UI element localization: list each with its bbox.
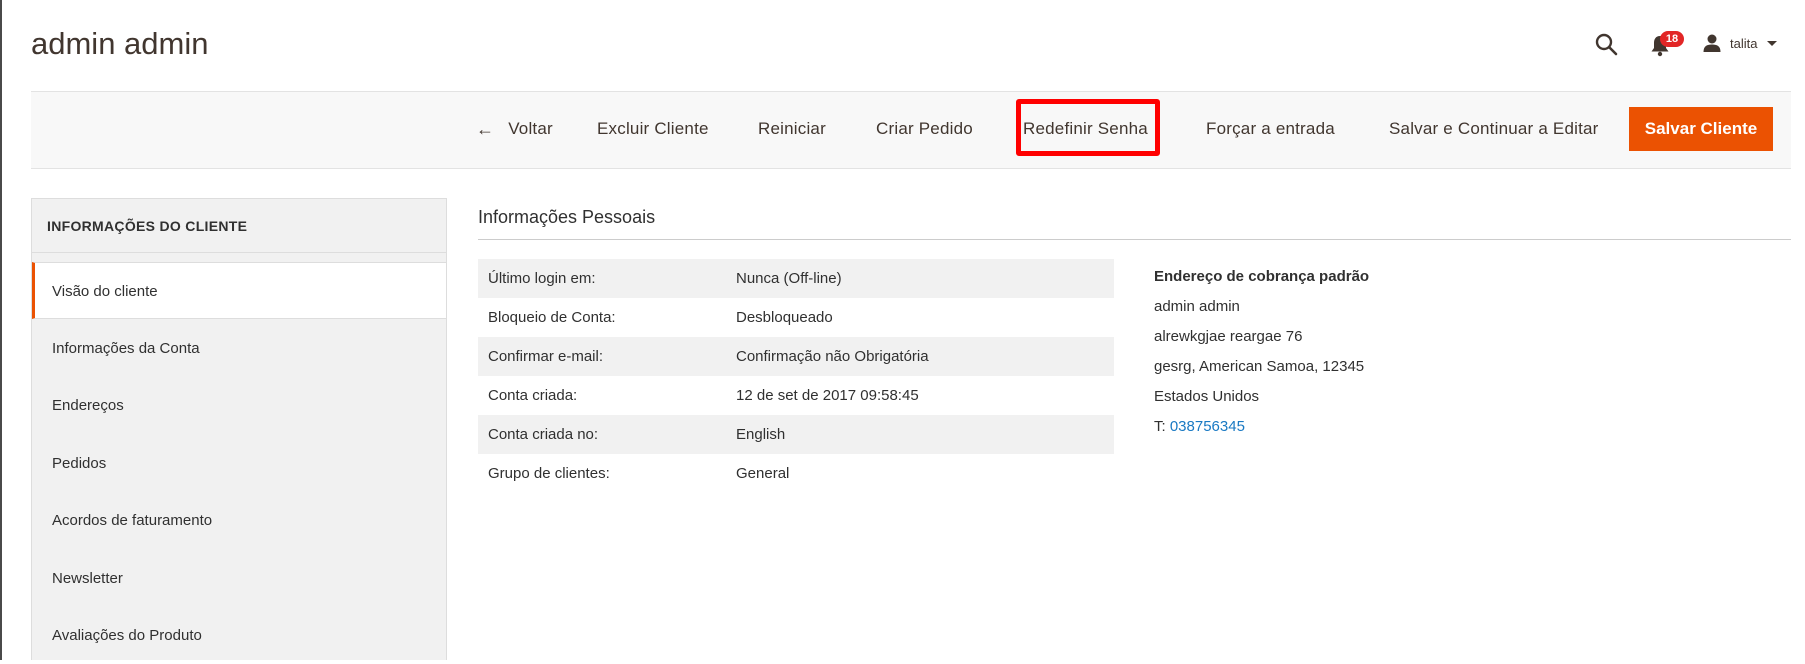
row-value: 12 de set de 2017 09:58:45 bbox=[736, 387, 919, 404]
back-button[interactable]: ← Voltar bbox=[476, 91, 553, 167]
row-value: Desbloqueado bbox=[736, 309, 833, 326]
back-button-label: Voltar bbox=[508, 119, 553, 138]
default-billing-address: Endereço de cobrança padrão admin admin … bbox=[1154, 266, 1369, 446]
address-street: alrewkgjae reargae 76 bbox=[1154, 328, 1303, 345]
table-row: Confirmar e-mail: Confirmação não Obriga… bbox=[478, 337, 1114, 376]
customer-info-sidebar: INFORMAÇÕES DO CLIENTE Visão do cliente … bbox=[31, 198, 447, 660]
sidebar-item-product-reviews[interactable]: Avaliações do Produto bbox=[32, 607, 446, 664]
table-row: Conta criada no: English bbox=[478, 415, 1114, 454]
address-heading: Endereço de cobrança padrão bbox=[1154, 268, 1370, 285]
sidebar-title: INFORMAÇÕES DO CLIENTE bbox=[32, 199, 446, 253]
row-label: Último login em: bbox=[488, 270, 596, 287]
row-label: Bloqueio de Conta: bbox=[488, 309, 616, 326]
sidebar-item-orders[interactable]: Pedidos bbox=[32, 435, 446, 492]
arrow-left-icon: ← bbox=[476, 118, 495, 139]
phone-prefix: T: bbox=[1154, 418, 1166, 435]
sidebar-item-billing-agreements[interactable]: Acordos de faturamento bbox=[32, 492, 446, 549]
create-order-button[interactable]: Criar Pedido bbox=[876, 91, 973, 167]
section-divider bbox=[478, 239, 1791, 240]
reset-button[interactable]: Reiniciar bbox=[758, 91, 826, 167]
reset-password-button[interactable]: Redefinir Senha bbox=[1023, 91, 1148, 167]
row-value: Nunca (Off-line) bbox=[736, 270, 842, 287]
sidebar-item-newsletter[interactable]: Newsletter bbox=[32, 550, 446, 607]
table-row: Grupo de clientes: General bbox=[478, 454, 1114, 493]
sidebar-item-addresses[interactable]: Endereços bbox=[32, 377, 446, 434]
sidebar-item-account-info[interactable]: Informações da Conta bbox=[32, 320, 446, 377]
address-phone: T: 038756345 bbox=[1154, 416, 1369, 446]
user-account-menu[interactable]: talita bbox=[1702, 31, 1778, 55]
address-city-line: gesrg, American Samoa, 12345 bbox=[1154, 358, 1365, 375]
row-value: General bbox=[736, 465, 790, 482]
address-country: Estados Unidos bbox=[1154, 388, 1260, 405]
table-row: Conta criada: 12 de set de 2017 09:58:45 bbox=[478, 376, 1114, 415]
search-icon[interactable] bbox=[1594, 32, 1618, 56]
row-value: Confirmação não Obrigatória bbox=[736, 348, 929, 365]
save-and-continue-button[interactable]: Salvar e Continuar a Editar bbox=[1389, 91, 1599, 167]
user-name: talita bbox=[1730, 35, 1758, 51]
phone-link[interactable]: 038756345 bbox=[1170, 418, 1245, 435]
page-title: admin admin bbox=[31, 26, 209, 61]
table-row: Bloqueio de Conta: Desbloqueado bbox=[478, 298, 1114, 337]
row-label: Grupo de clientes: bbox=[488, 465, 610, 482]
window-left-edge bbox=[0, 0, 2, 660]
personal-info-table: Último login em: Nunca (Off-line) Bloque… bbox=[478, 259, 1114, 493]
sidebar-item-customer-view[interactable]: Visão do cliente bbox=[32, 262, 446, 319]
table-row: Último login em: Nunca (Off-line) bbox=[478, 259, 1114, 298]
row-label: Conta criada: bbox=[488, 387, 578, 404]
login-as-customer-button[interactable]: Forçar a entrada bbox=[1206, 91, 1335, 167]
chevron-down-icon bbox=[1767, 40, 1778, 46]
address-name: admin admin bbox=[1154, 298, 1240, 315]
save-customer-button[interactable]: Salvar Cliente bbox=[1629, 107, 1773, 151]
row-value: English bbox=[736, 426, 786, 443]
delete-customer-button[interactable]: Excluir Cliente bbox=[597, 91, 709, 167]
user-icon bbox=[1703, 34, 1721, 52]
row-label: Confirmar e-mail: bbox=[488, 348, 604, 365]
section-title: Informações Pessoais bbox=[478, 207, 656, 227]
notifications-count-badge: 18 bbox=[1660, 31, 1684, 47]
row-label: Conta criada no: bbox=[488, 426, 599, 443]
